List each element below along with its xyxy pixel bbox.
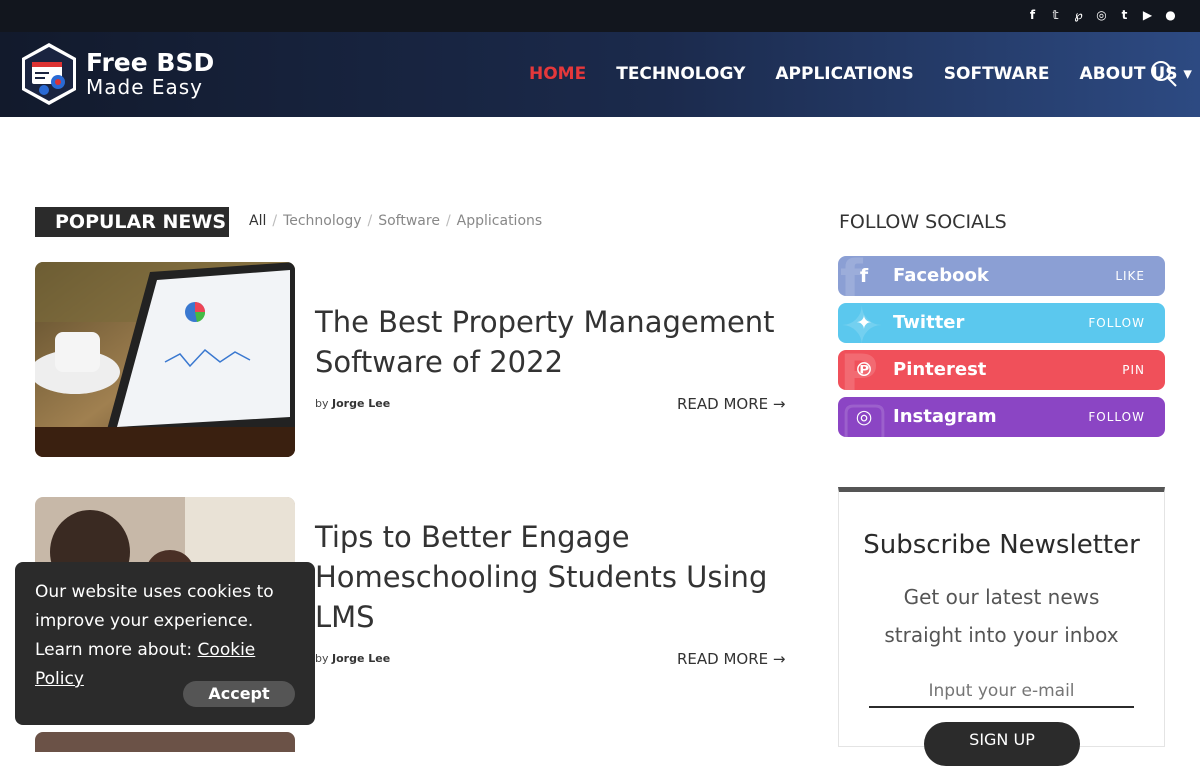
- reddit-icon[interactable]: ●: [1163, 8, 1178, 23]
- filter-separator: /: [445, 213, 451, 229]
- main-nav: HOME TECHNOLOGY APPLICATIONS SOFTWARE AB…: [529, 64, 1192, 84]
- category-filters: All / Technology / Software / Applicatio…: [249, 213, 542, 229]
- arrow-right-icon: →: [772, 395, 786, 413]
- follow-socials-heading: FOLLOW SOCIALS: [839, 211, 1007, 233]
- article-title[interactable]: Tips to Better Engage Homeschooling Stud…: [315, 517, 785, 637]
- instagram-follow-button[interactable]: ▢ ◎ Instagram FOLLOW: [838, 397, 1165, 437]
- newsletter-description: Get our latest news straight into your i…: [884, 585, 1119, 647]
- twitter-icon: ✦: [856, 312, 872, 334]
- filter-software[interactable]: Software: [378, 213, 440, 229]
- nav-applications[interactable]: APPLICATIONS: [775, 64, 913, 84]
- filter-separator: /: [367, 213, 373, 229]
- article-byline: by Jorge Lee: [315, 397, 390, 410]
- accept-cookies-button[interactable]: Accept: [183, 681, 295, 707]
- newsletter-box: Subscribe Newsletter Get our latest news…: [838, 487, 1165, 766]
- facebook-icon[interactable]: f: [1025, 8, 1040, 23]
- arrow-right-icon: →: [772, 650, 786, 668]
- read-more-label: READ MORE: [677, 395, 769, 413]
- search-icon[interactable]: [1150, 60, 1178, 88]
- youtube-icon[interactable]: ▶: [1140, 8, 1155, 23]
- top-social-links: f 𝕥 ℘ ◎ t ▶ ●: [1025, 8, 1178, 23]
- instagram-icon: ◎: [855, 406, 873, 428]
- twitter-follow-button[interactable]: ✦ ✦ Twitter FOLLOW: [838, 303, 1165, 343]
- filter-separator: /: [272, 213, 278, 229]
- filter-technology[interactable]: Technology: [283, 213, 361, 229]
- byline-prefix: by: [315, 397, 329, 410]
- newsletter-title: Subscribe Newsletter: [863, 530, 1140, 560]
- social-action: FOLLOW: [1088, 316, 1145, 330]
- social-action: FOLLOW: [1088, 410, 1145, 424]
- nav-technology[interactable]: TECHNOLOGY: [616, 64, 745, 84]
- logo-title: Free BSD: [86, 48, 215, 77]
- tablet-photo: [35, 262, 295, 457]
- nav-software[interactable]: SOFTWARE: [944, 64, 1050, 84]
- logo-hexagon-icon: [22, 43, 76, 105]
- social-action: PIN: [1122, 363, 1145, 377]
- pinterest-follow-button[interactable]: P ℗ Pinterest PIN: [838, 350, 1165, 390]
- logo-subtitle: Made Easy: [86, 75, 204, 99]
- social-name: Pinterest: [893, 359, 987, 380]
- read-more-link[interactable]: READ MORE →: [677, 395, 786, 413]
- tumblr-icon[interactable]: t: [1117, 8, 1132, 23]
- pinterest-icon[interactable]: ℘: [1071, 8, 1086, 23]
- article-author[interactable]: Jorge Lee: [332, 397, 390, 410]
- social-action: LIKE: [1115, 269, 1145, 283]
- read-more-label: READ MORE: [677, 650, 769, 668]
- popular-news-heading: POPULAR NEWS: [35, 207, 229, 237]
- pinterest-icon: ℗: [854, 359, 874, 381]
- facebook-follow-button[interactable]: f f Facebook LIKE: [838, 256, 1165, 296]
- article-thumbnail[interactable]: [35, 732, 295, 752]
- instagram-icon[interactable]: ◎: [1094, 8, 1109, 23]
- social-name: Facebook: [893, 265, 989, 286]
- article-title[interactable]: The Best Property Management Software of…: [315, 302, 785, 382]
- facebook-icon: f: [859, 265, 869, 287]
- top-bar: f 𝕥 ℘ ◎ t ▶ ●: [0, 0, 1200, 32]
- article-author[interactable]: Jorge Lee: [332, 652, 390, 665]
- site-logo[interactable]: Free BSD Made Easy: [20, 42, 214, 106]
- twitter-icon[interactable]: 𝕥: [1048, 8, 1063, 23]
- article-thumbnail[interactable]: [35, 262, 295, 457]
- filter-all[interactable]: All: [249, 213, 266, 229]
- email-input[interactable]: [869, 676, 1134, 708]
- article-byline: by Jorge Lee: [315, 652, 390, 665]
- byline-prefix: by: [315, 652, 329, 665]
- read-more-link[interactable]: READ MORE →: [677, 650, 786, 668]
- nav-home[interactable]: HOME: [529, 64, 586, 84]
- cookie-text: Our website uses cookies to improve your…: [35, 578, 300, 694]
- site-header: Free BSD Made Easy HOME TECHNOLOGY APPLI…: [0, 32, 1200, 117]
- sign-up-button[interactable]: SIGN UP: [924, 722, 1080, 766]
- filter-applications[interactable]: Applications: [457, 213, 543, 229]
- social-name: Instagram: [893, 406, 997, 427]
- cookie-banner: Our website uses cookies to improve your…: [15, 562, 315, 725]
- social-name: Twitter: [893, 312, 965, 333]
